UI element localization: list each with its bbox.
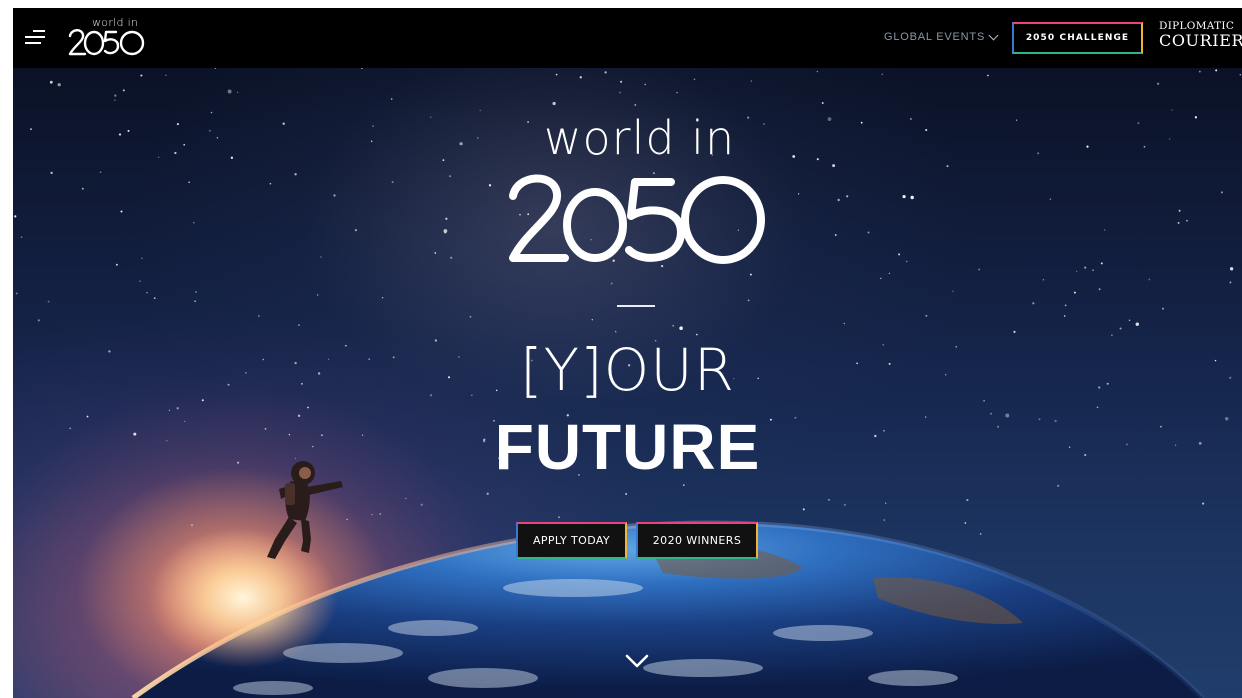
hero-logo-2050 bbox=[509, 174, 765, 264]
hero-tagline-your: [Y]OUR bbox=[519, 336, 736, 404]
hero-divider bbox=[617, 305, 655, 307]
2050-challenge-label: 2050 CHALLENGE bbox=[1025, 33, 1130, 43]
site-logo[interactable]: world in bbox=[68, 16, 148, 61]
hero-tagline-future: FUTURE bbox=[494, 411, 761, 483]
global-events-label: GLOBAL EVENTS bbox=[884, 31, 986, 43]
2050-challenge-button[interactable]: 2050 CHALLENGE bbox=[1012, 22, 1143, 54]
apply-today-button[interactable]: APPLY TODAY bbox=[516, 522, 627, 559]
page: world in GLOBAL EVENTS 2050 CHALLENGE DI… bbox=[13, 8, 1242, 698]
hero-section: world in [Y]OUR FUTURE APPLY TODAY 2020 … bbox=[13, 68, 1242, 698]
chevron-down-icon bbox=[988, 30, 999, 40]
2020-winners-label: 2020 WINNERS bbox=[652, 534, 742, 547]
top-navigation-bar: world in GLOBAL EVENTS 2050 CHALLENGE DI… bbox=[13, 8, 1242, 68]
diplomatic-courier-line1: DIPLOMATIC bbox=[1159, 20, 1235, 32]
2020-winners-button[interactable]: 2020 WINNERS bbox=[636, 522, 758, 559]
hamburger-menu-icon[interactable] bbox=[25, 30, 45, 46]
apply-today-label: APPLY TODAY bbox=[532, 534, 611, 547]
diplomatic-courier-line2: COURIER bbox=[1159, 30, 1242, 50]
global-events-dropdown[interactable]: GLOBAL EVENTS bbox=[884, 30, 999, 43]
hero-logo-world-in: world in bbox=[543, 111, 736, 165]
scroll-down-chevron-icon[interactable] bbox=[625, 653, 649, 669]
site-logo-2050-mark bbox=[68, 29, 145, 56]
diplomatic-courier-logo[interactable]: DIPLOMATIC COURIER bbox=[1159, 21, 1242, 49]
